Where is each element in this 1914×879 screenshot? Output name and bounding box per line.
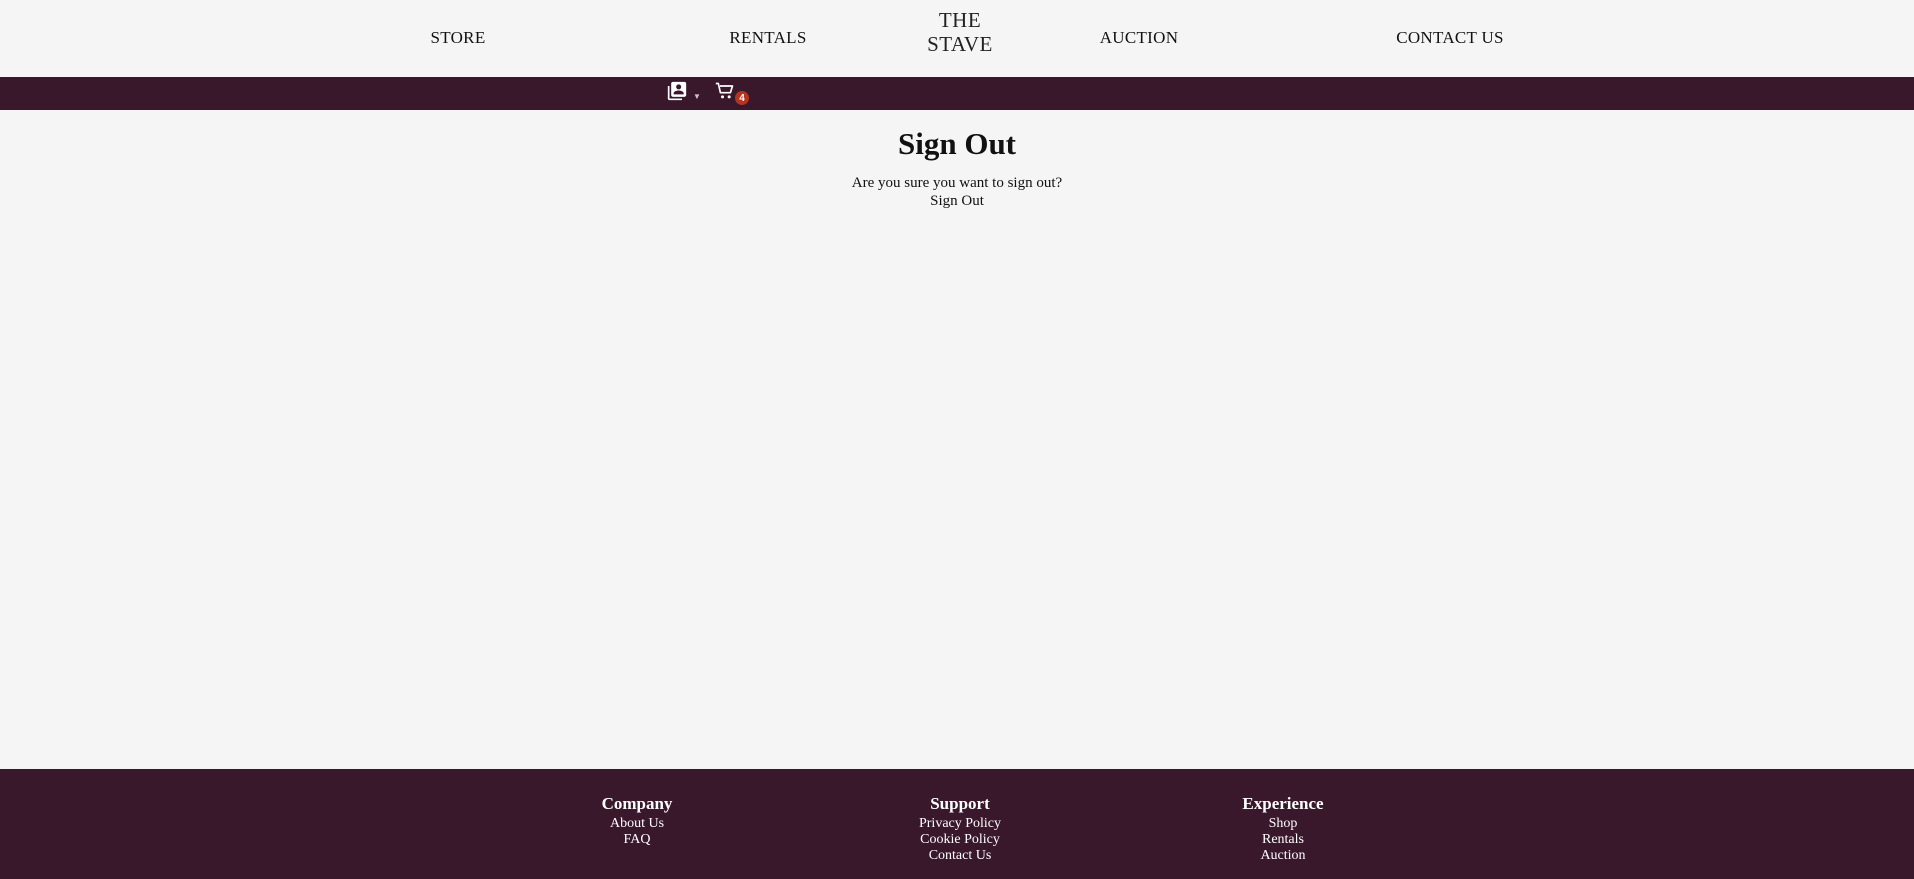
- top-nav: STORE RENTALS THE STAVE AUCTION CONTACT …: [0, 0, 1914, 77]
- nav-contact-link[interactable]: CONTACT US: [1396, 28, 1504, 48]
- signout-prompt: Are you sure you want to sign out?: [851, 175, 1063, 191]
- footer-privacy-link[interactable]: Privacy Policy: [919, 816, 1001, 832]
- footer-company-column: Company About Us FAQ: [602, 794, 673, 848]
- logo-line-2: STAVE: [927, 32, 993, 56]
- site-logo[interactable]: THE STAVE: [927, 8, 993, 56]
- footer-company-heading: Company: [601, 794, 673, 813]
- footer-experience-column: Experience Shop Rentals Auction: [1242, 794, 1323, 864]
- footer-support-column: Support Privacy Policy Cookie Policy Con…: [919, 794, 1001, 864]
- footer-about-link[interactable]: About Us: [602, 816, 673, 832]
- footer-shop-link[interactable]: Shop: [1242, 816, 1323, 832]
- account-menu-button[interactable]: ▼: [667, 81, 701, 106]
- shopping-cart-icon: [715, 81, 735, 106]
- main-content: Sign Out Are you sure you want to sign o…: [0, 110, 1914, 769]
- site-footer: Company About Us FAQ Support Privacy Pol…: [0, 769, 1914, 879]
- cart-count-badge: 4: [735, 91, 749, 105]
- footer-rentals-link[interactable]: Rentals: [1242, 832, 1323, 848]
- footer-faq-link[interactable]: FAQ: [602, 832, 673, 848]
- nav-rentals-link[interactable]: RENTALS: [729, 28, 806, 48]
- footer-contact-link[interactable]: Contact Us: [919, 848, 1001, 864]
- cart-button[interactable]: 4: [715, 81, 749, 106]
- sign-out-button[interactable]: Sign Out: [930, 193, 984, 209]
- nav-store-link[interactable]: STORE: [430, 28, 485, 48]
- account-bar: ▼ 4: [0, 77, 1914, 110]
- footer-cookie-link[interactable]: Cookie Policy: [919, 832, 1001, 848]
- page-title: Sign Out: [897, 126, 1017, 161]
- footer-experience-heading: Experience: [1242, 794, 1324, 813]
- logo-line-1: THE: [938, 8, 982, 32]
- caret-down-icon: ▼: [693, 91, 701, 101]
- footer-auction-link[interactable]: Auction: [1242, 848, 1323, 864]
- nav-auction-link[interactable]: AUCTION: [1100, 28, 1179, 48]
- account-box-icon: [667, 81, 687, 106]
- footer-support-heading: Support: [930, 794, 990, 813]
